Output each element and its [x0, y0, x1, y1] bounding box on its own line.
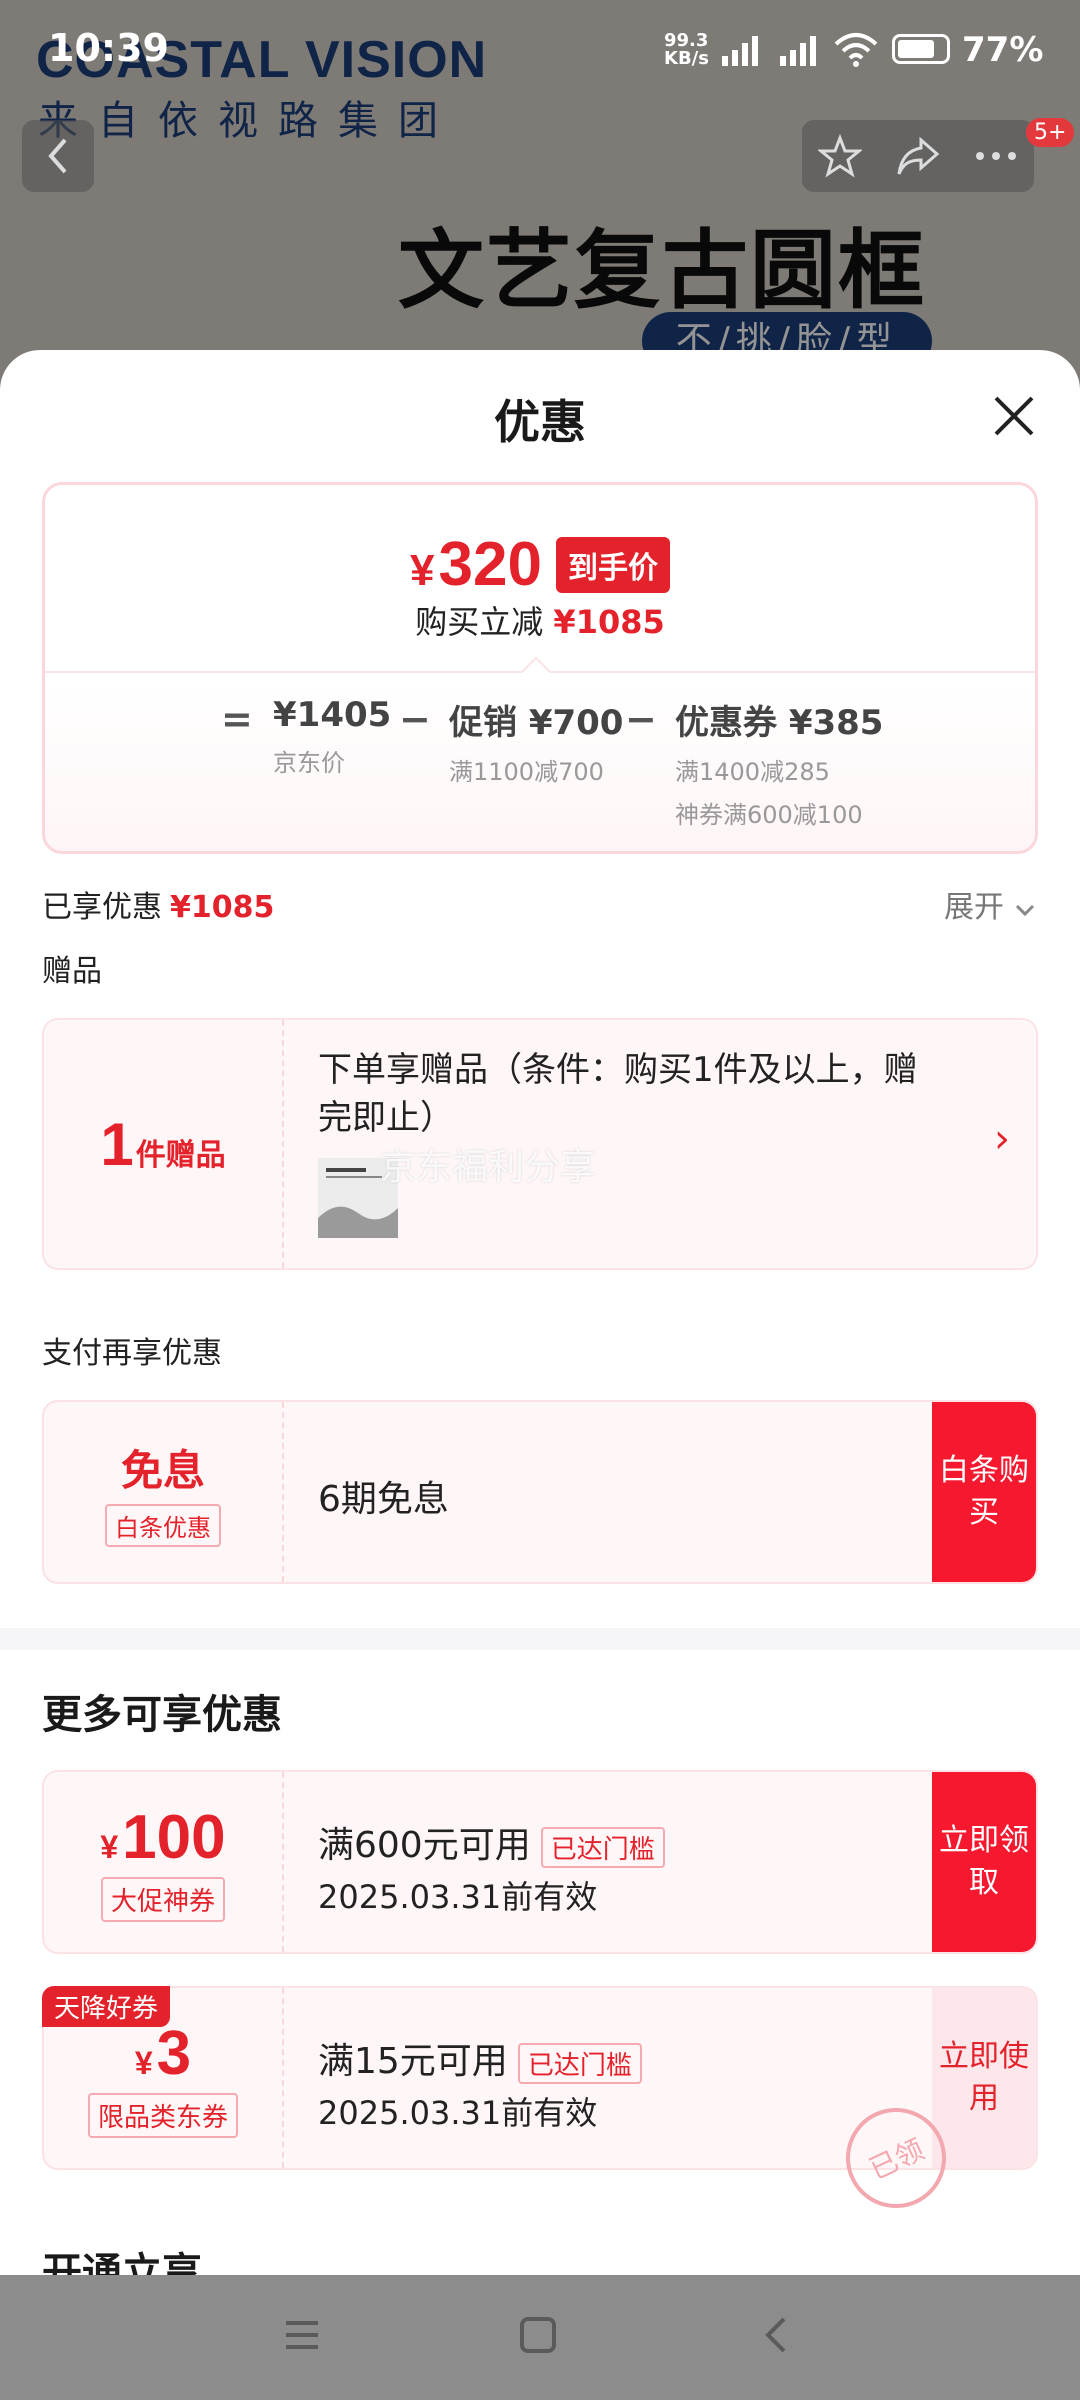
coupon-condition: 满15元可用 已达门槛: [318, 2032, 642, 2084]
coupon-amount-value: 3: [156, 2019, 192, 2088]
wifi-icon: [834, 33, 878, 67]
jd-price-label: 京东价: [273, 749, 345, 777]
minus-sign: −: [399, 697, 431, 741]
coupon-rule-1: 满1400减285: [675, 758, 830, 786]
network-speed: 99.3 KB/s: [664, 32, 709, 68]
watermark-text: 京东福利分享: [380, 1147, 597, 1188]
installment-text: 6期免息: [318, 1479, 449, 1520]
baitiao-buy-button[interactable]: 白条购买: [932, 1402, 1036, 1582]
gift-count-number: 1: [100, 1110, 134, 1178]
signal-icon-2: [780, 36, 816, 66]
coupon-type-tag: 大促神券: [100, 1877, 225, 1922]
coupon-amount: ¥3: [135, 2018, 191, 2089]
payment-offer-card: 免息 白条优惠 6期免息 白条购买: [42, 1400, 1038, 1584]
coupon-condition-text: 满15元可用: [318, 2041, 508, 2082]
chevron-down-icon: [1015, 904, 1034, 917]
top-action-group: [802, 120, 1034, 192]
jd-price-item: ¥1405 京东价: [273, 695, 391, 778]
network-speed-unit: KB/s: [664, 48, 709, 69]
coupon-currency: ¥: [134, 2045, 153, 2081]
signal-icon: [722, 36, 758, 66]
message-badge: 5+: [1026, 118, 1075, 147]
final-price-amount: 320: [438, 530, 542, 599]
coupon-amount: ¥100: [100, 1802, 225, 1873]
section-separator: [0, 1628, 1080, 1650]
pay-header: 支付再享优惠: [42, 1336, 222, 1371]
price-reduction-note: 购买立减 ¥1085: [45, 597, 1035, 643]
discount-sheet: 优惠 ¥320 到手价 购买立减 ¥1085 = ¥1405 京东价 − 促销 …: [0, 350, 1080, 2275]
coupon-card: ¥100 大促神券 满600元可用 已达门槛 2025.03.31前有效 立即领取: [42, 1770, 1038, 1954]
coupon-amount-value: 100: [122, 1803, 226, 1872]
status-time: 10:39: [48, 26, 169, 70]
final-price: ¥320: [410, 529, 542, 600]
battery-percent: 77%: [962, 30, 1044, 70]
baitiao-tag: 白条优惠: [105, 1504, 221, 1547]
claim-coupon-button[interactable]: 立即领取: [932, 1772, 1036, 1952]
payment-offer-panel: 免息 白条优惠: [44, 1402, 284, 1582]
coupon-condition: 满600元可用 已达门槛: [318, 1816, 665, 1868]
coupon-type-tag: 限品类东券: [87, 2093, 238, 2138]
use-coupon-button[interactable]: 立即使用: [932, 1988, 1036, 2168]
gift-count-unit: 件赠品: [135, 1138, 226, 1172]
currency-symbol: ¥: [410, 546, 435, 595]
interest-free-label: 免息: [120, 1446, 205, 1495]
coupon-validity: 2025.03.31前有效: [318, 1878, 598, 1916]
sheet-title: 优惠: [494, 395, 586, 449]
threshold-badge: 已达门槛: [540, 1826, 665, 1868]
close-icon[interactable]: [984, 386, 1044, 446]
promo-rule: 满1100减700: [449, 758, 604, 786]
menu-icon[interactable]: [282, 2315, 322, 2355]
equals-sign: =: [221, 697, 253, 741]
gift-count: 1件赠品: [100, 1110, 225, 1179]
reduction-label: 购买立减: [415, 603, 544, 641]
expand-toggle[interactable]: 展开: [944, 882, 1036, 926]
chevron-right-icon: ›: [994, 1116, 1010, 1162]
promo-item: 促销 ¥700 满1100减700: [449, 695, 623, 787]
final-price-tag: 到手价: [555, 536, 670, 593]
caret-up: [520, 656, 552, 688]
final-price-row: ¥320 到手价: [45, 529, 1035, 600]
coupon-amount-panel: ¥100 大促神券: [44, 1772, 284, 1952]
back-button[interactable]: [22, 120, 94, 192]
home-icon[interactable]: [518, 2315, 558, 2355]
lucky-coupon-corner-tag: 天降好券: [42, 1986, 171, 2027]
expand-label: 展开: [944, 890, 1004, 925]
coupon-item: 优惠券 ¥385 满1400减285 神券满600减100: [675, 695, 883, 830]
gift-header: 赠品: [42, 954, 102, 989]
chevron-left-icon: [48, 138, 67, 174]
star-icon[interactable]: [818, 134, 863, 178]
enjoyed-value: ¥1085: [170, 890, 275, 925]
open-offers-header: 开通立享: [42, 2250, 202, 2275]
more-offers-header: 更多可享优惠: [42, 1692, 282, 1738]
system-nav-bar: [0, 2275, 1080, 2400]
promo-value: 促销 ¥700: [449, 703, 624, 743]
minus-sign-2: −: [625, 697, 657, 741]
coupon-currency: ¥: [100, 1829, 119, 1865]
enjoyed-label: 已享优惠: [42, 890, 162, 925]
back-icon[interactable]: [756, 2315, 796, 2355]
threshold-badge: 已达门槛: [517, 2042, 642, 2084]
coupon-value: 优惠券 ¥385: [675, 703, 884, 743]
final-price-box: ¥320 到手价 购买立减 ¥1085 = ¥1405 京东价 − 促销 ¥70…: [42, 482, 1038, 854]
coupon-validity: 2025.03.31前有效: [318, 2094, 598, 2132]
jd-price: ¥1405: [273, 695, 392, 735]
more-icon[interactable]: [974, 150, 1018, 162]
status-bar: 10:39 99.3 KB/s 77%: [0, 0, 1080, 100]
gift-count-panel: 1件赠品: [44, 1020, 284, 1268]
battery-icon: [892, 34, 950, 64]
share-icon[interactable]: [895, 134, 941, 178]
coupon-condition-text: 满600元可用: [318, 1825, 531, 1866]
reduction-value: ¥1085: [553, 603, 665, 641]
coupon-rule-2: 神券满600减100: [675, 801, 863, 829]
enjoyed-discount: 已享优惠 ¥1085: [42, 882, 274, 926]
gift-description: 下单享赠品（条件：购买1件及以上，赠完即止）: [318, 1050, 918, 1138]
